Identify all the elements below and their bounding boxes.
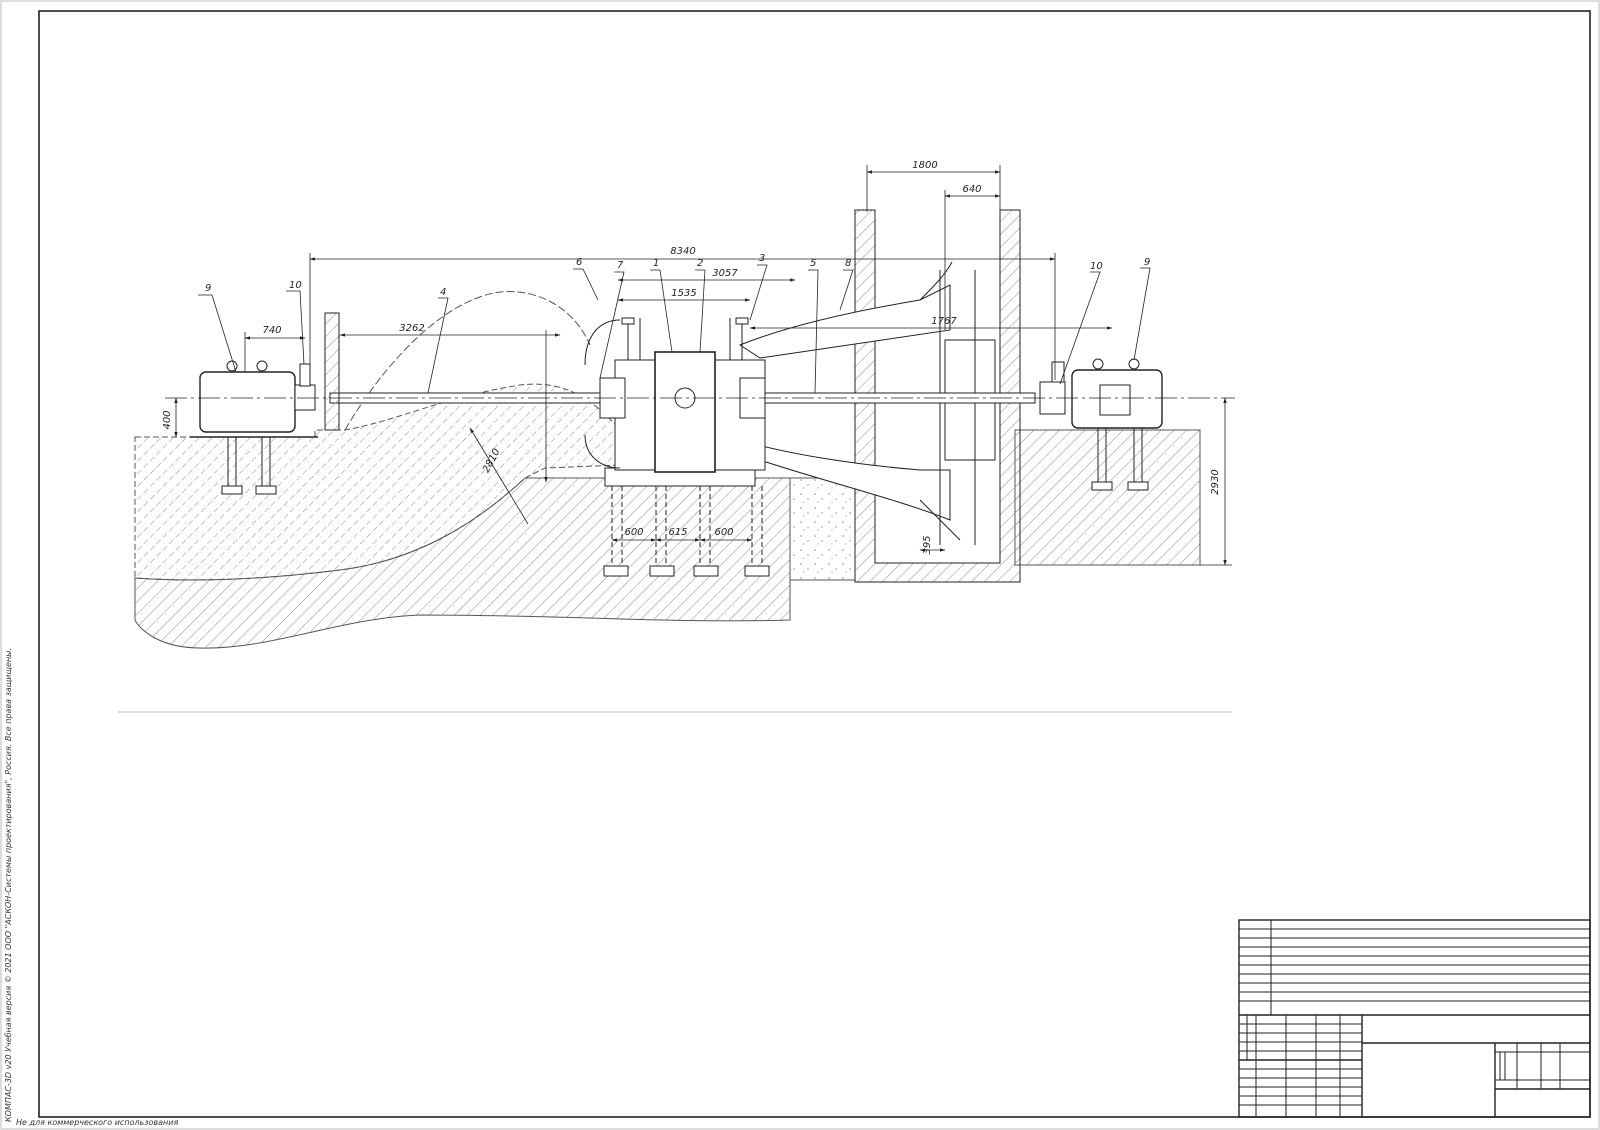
draft-tube-upper — [738, 284, 951, 359]
dim-1767: 1767 — [931, 316, 957, 327]
callout-7: 7 — [617, 260, 624, 271]
technical-drawing-sheet: 1800 640 8340 3057 1535 1767 3262 740 40… — [0, 0, 1600, 1130]
ground-backfill — [789, 477, 856, 581]
dim-3262: 3262 — [399, 323, 424, 334]
ground-right — [1014, 429, 1201, 566]
turbine-assembly-drawing — [134, 165, 1235, 649]
dim-740: 740 — [262, 325, 281, 336]
dim-640: 640 — [962, 184, 981, 195]
dim-1800: 1800 — [912, 160, 937, 171]
callout-1: 1 — [653, 258, 659, 269]
dim-3057: 3057 — [712, 268, 738, 279]
runner-block — [654, 351, 716, 473]
callout-9-right: 9 — [1144, 257, 1150, 268]
callout-10-left: 10 — [289, 280, 302, 291]
copyright-margin-text: КОМПАС-3D v20 Учебная версия © 2021 ООО … — [4, 647, 13, 1122]
dim-600-left: 600 — [624, 527, 643, 538]
dim-615: 615 — [668, 527, 687, 538]
callout-9-left: 9 — [205, 283, 211, 294]
left-wall-stub — [324, 312, 340, 431]
noncommercial-footer-text: Не для коммерческого использования — [16, 1118, 179, 1127]
callout-4: 4 — [440, 287, 446, 298]
dim-1535: 1535 — [671, 288, 696, 299]
callout-2: 2 — [697, 258, 703, 269]
dim-8340: 8340 — [670, 246, 695, 257]
callout-3: 3 — [759, 253, 765, 264]
dim-400: 400 — [162, 410, 173, 429]
dim-395: 395 — [922, 535, 933, 554]
left-motor — [199, 371, 296, 433]
callout-8: 8 — [845, 258, 851, 269]
title-block — [1238, 919, 1591, 1118]
dim-2930: 2930 — [1210, 469, 1221, 494]
callout-5: 5 — [810, 258, 816, 269]
dim-600-right: 600 — [714, 527, 733, 538]
callout-6: 6 — [576, 257, 582, 268]
callout-10-right: 10 — [1090, 261, 1103, 272]
